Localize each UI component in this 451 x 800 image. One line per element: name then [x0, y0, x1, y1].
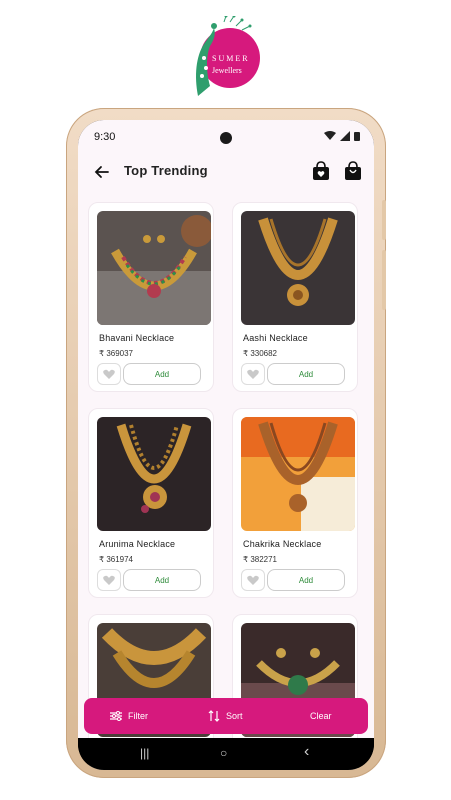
product-card[interactable]: Arunima Necklace ₹ 361974 Add — [88, 408, 214, 598]
heart-icon[interactable] — [97, 363, 121, 385]
product-name: Chakrika Necklace — [243, 539, 322, 549]
brand-logo: SUMER Jewellers — [190, 14, 262, 102]
add-button[interactable]: Add — [267, 569, 345, 591]
filter-label: Filter — [128, 711, 148, 721]
sort-button[interactable]: Sort — [208, 710, 243, 722]
filter-sort-bar: Filter Sort Clear — [84, 698, 368, 734]
product-card[interactable]: Aashi Necklace ₹ 330682 Add — [232, 202, 358, 392]
heart-icon[interactable] — [241, 363, 265, 385]
filter-icon — [110, 711, 122, 721]
add-button[interactable]: Add — [123, 363, 201, 385]
product-price: ₹ 369037 — [99, 349, 134, 358]
product-price: ₹ 382271 — [243, 555, 278, 564]
wifi-icon — [324, 131, 336, 140]
shopping-bag-icon[interactable] — [342, 160, 364, 182]
heart-icon[interactable] — [97, 569, 121, 591]
product-name: Arunima Necklace — [99, 539, 176, 549]
status-time: 9:30 — [94, 131, 116, 143]
app-screen: 9:30 Top Trending Bhavani Necklace ₹ 369… — [78, 120, 374, 770]
product-name: Bhavani Necklace — [99, 333, 175, 343]
recents-button[interactable]: ||| — [140, 746, 149, 760]
filter-button[interactable]: Filter — [110, 711, 148, 721]
clear-label: Clear — [310, 711, 332, 721]
phone-screen: 9:30 Top Trending Bhavani Necklace ₹ 369… — [78, 120, 374, 770]
brand-name: SUMER — [212, 54, 250, 63]
power-button — [382, 250, 386, 310]
front-camera — [220, 132, 232, 144]
heart-icon[interactable] — [241, 569, 265, 591]
product-image[interactable] — [97, 211, 211, 325]
battery-icon — [354, 132, 360, 141]
clear-button[interactable]: Clear — [310, 711, 332, 721]
sort-icon — [208, 710, 220, 722]
volume-button — [382, 200, 386, 240]
add-button[interactable]: Add — [267, 363, 345, 385]
status-bar: 9:30 — [78, 120, 374, 152]
product-card[interactable]: Chakrika Necklace ₹ 382271 Add — [232, 408, 358, 598]
product-card[interactable]: Bhavani Necklace ₹ 369037 Add — [88, 202, 214, 392]
wishlist-bag-icon[interactable] — [310, 160, 332, 182]
back-button[interactable]: ‹ — [304, 743, 309, 761]
sort-label: Sort — [226, 711, 243, 721]
home-button[interactable]: ○ — [220, 746, 227, 760]
page-title: Top Trending — [124, 163, 208, 178]
product-price: ₹ 361974 — [99, 555, 134, 564]
arrow-left-icon[interactable] — [92, 162, 112, 182]
product-image[interactable] — [97, 417, 211, 531]
signal-icon — [340, 131, 350, 141]
product-image[interactable] — [241, 417, 355, 531]
app-header: Top Trending — [78, 154, 374, 190]
add-button[interactable]: Add — [123, 569, 201, 591]
product-image[interactable] — [241, 211, 355, 325]
brand-subtitle: Jewellers — [212, 66, 242, 75]
product-name: Aashi Necklace — [243, 333, 308, 343]
system-nav-bar: ||| ○ ‹ — [78, 738, 374, 770]
product-price: ₹ 330682 — [243, 349, 278, 358]
